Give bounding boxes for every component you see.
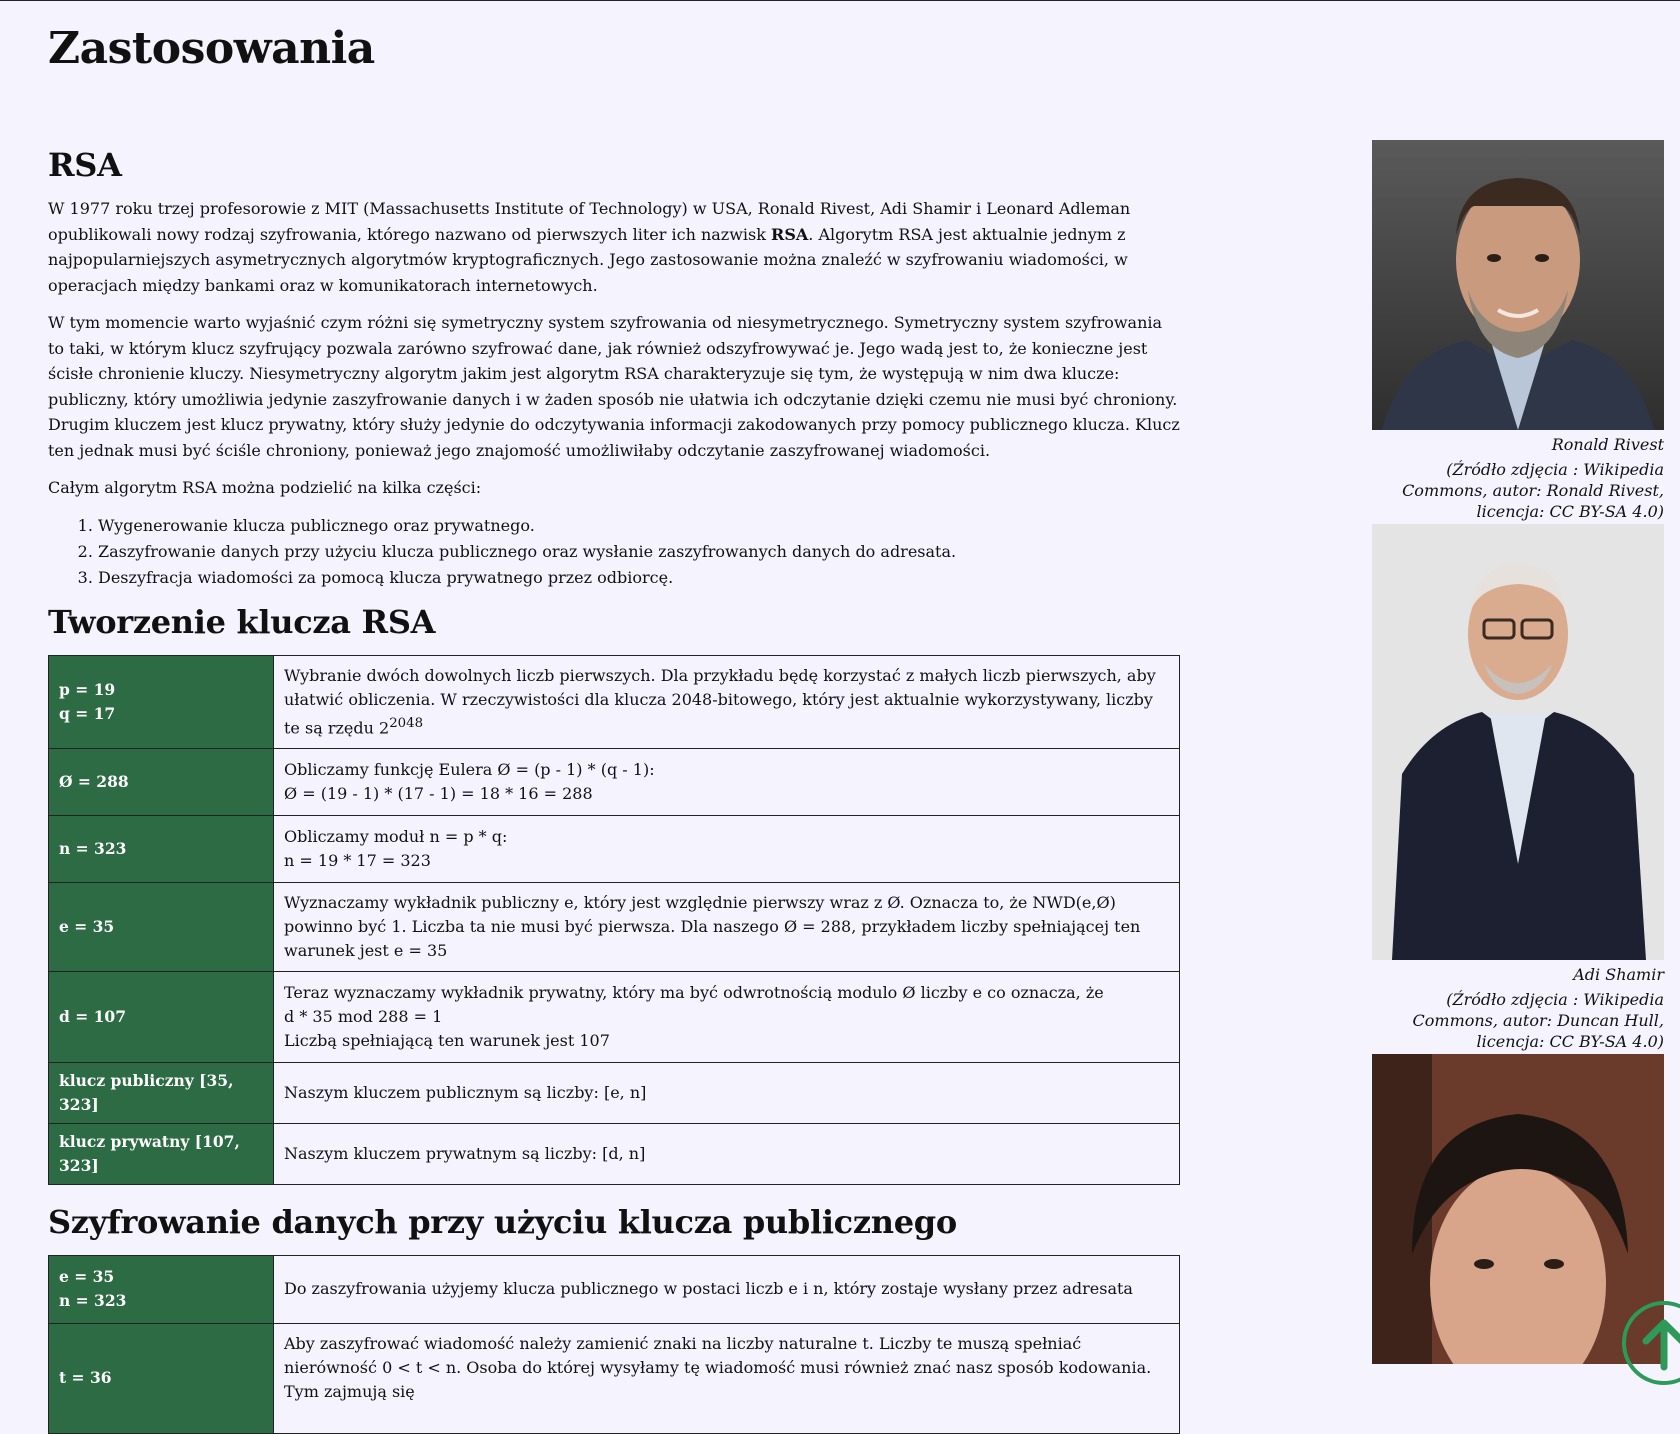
table-value-cell: Do zaszyfrowania użyjemy klucza publiczn… [273, 1254, 1180, 1324]
section-heading-keygen: Tworzenie klucza RSA [48, 602, 436, 641]
portrait-image-adi-shamir [1372, 524, 1664, 960]
main-content: Zastosowania RSA W 1977 roku trzej profe… [48, 1, 1180, 1434]
table-row: e = 35 n = 323 Do zaszyfrowania użyjemy k… [48, 1254, 1180, 1324]
table-key-cell: klucz publiczny [35, 323] [48, 1061, 274, 1124]
rsa-paragraph-2: W tym momencie warto wyjaśnić czym różni… [48, 313, 1180, 460]
photo-caption-name: Ronald Rivest [1551, 435, 1664, 454]
list-item: Deszyfracja wiadomości za pomocą klucza … [98, 565, 1180, 591]
table-row: klucz prywatny [107, 323] Naszym kluczem… [48, 1122, 1180, 1185]
rsa-steps-list: Wygenerowanie klucza publicznego oraz pr… [48, 513, 1180, 591]
table-value-cell: Obliczamy funkcję Eulera Ø = (p - 1) * (… [273, 747, 1180, 816]
table-row: d = 107 Teraz wyznaczamy wykładnik prywa… [48, 970, 1180, 1063]
photo-sidebar: Ronald Rivest (Źródło zdjęcia : Wikipedi… [1372, 140, 1664, 1364]
table-key-cell: klucz prywatny [107, 323] [48, 1122, 274, 1185]
photo-caption-name: Adi Shamir [1573, 965, 1664, 984]
table-value-cell: Naszym kluczem prywatnym są liczby: [d, … [273, 1122, 1180, 1185]
table-row: Ø = 288 Obliczamy funkcję Eulera Ø = (p … [48, 747, 1180, 816]
table-key-cell: p = 19 q = 17 [48, 654, 274, 749]
list-item: Wygenerowanie klucza publicznego oraz pr… [98, 513, 1180, 539]
table-key-cell: n = 323 [48, 814, 274, 883]
table-row: t = 36 Aby zaszyfrować wiadomość należy … [48, 1322, 1180, 1434]
photo-caption: Ronald Rivest (Źródło zdjęcia : Wikipedi… [1372, 430, 1664, 522]
table-row: n = 323 Obliczamy moduł n = p * q: n = 19… [48, 814, 1180, 883]
table-value-cell: Teraz wyznaczamy wykładnik prywatny, któ… [273, 970, 1180, 1063]
portrait-image-ronald-rivest [1372, 140, 1664, 430]
scroll-to-top-button[interactable] [1622, 1301, 1680, 1385]
list-item: Zaszyfrowanie danych przy użyciu klucza … [98, 539, 1180, 565]
photo-caption-source: (Źródło zdjęcia : Wikipedia Commons, aut… [1402, 460, 1664, 521]
table-value-cell: Obliczamy moduł n = p * q: n = 19 * 17 = … [273, 814, 1180, 883]
rsa-paragraph-3: Całym algorytm RSA można podzielić na ki… [48, 478, 482, 497]
table-key-cell: Ø = 288 [48, 747, 274, 816]
section-heading-encrypt: Szyfrowanie danych przy użyciu klucza pu… [48, 1202, 957, 1241]
table-key-cell: e = 35 n = 323 [48, 1254, 274, 1324]
portrait-image-leonard-adleman [1372, 1054, 1664, 1364]
table-value-cell: Wyznaczamy wykładnik publiczny e, który … [273, 881, 1180, 972]
rsa-paragraph-1: W 1977 roku trzej profesorowie z MIT (Ma… [48, 199, 1131, 295]
table-row: klucz publiczny [35, 323] Naszym kluczem… [48, 1061, 1180, 1124]
page-title: Zastosowania [48, 23, 375, 74]
table-value-cell: Naszym kluczem publicznym są liczby: [e,… [273, 1061, 1180, 1124]
table-row: p = 19 q = 17 Wybranie dwóch dowolnych li… [48, 654, 1180, 749]
photo-caption: Adi Shamir (Źródło zdjęcia : Wikipedia C… [1372, 960, 1664, 1052]
table-value-cell: Wybranie dwóch dowolnych liczb pierwszyc… [273, 654, 1180, 749]
arrow-up-circle-icon [1642, 1319, 1680, 1371]
table-key-cell: t = 36 [48, 1322, 274, 1434]
encrypt-table: e = 35 n = 323 Do zaszyfrowania użyjemy k… [48, 1254, 1180, 1434]
table-key-cell: d = 107 [48, 970, 274, 1063]
table-key-cell: e = 35 [48, 881, 274, 972]
table-value-cell: Aby zaszyfrować wiadomość należy zamieni… [273, 1322, 1180, 1434]
keygen-table: p = 19 q = 17 Wybranie dwóch dowolnych li… [48, 654, 1180, 1185]
section-heading-rsa: RSA [48, 146, 122, 184]
photo-caption-source: (Źródło zdjęcia : Wikipedia Commons, aut… [1412, 990, 1664, 1051]
table-row: e = 35 Wyznaczamy wykładnik publiczny e,… [48, 881, 1180, 972]
